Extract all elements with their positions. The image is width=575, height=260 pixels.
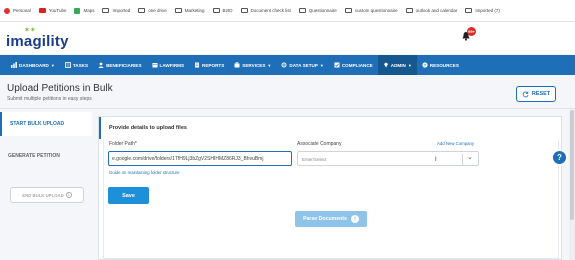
folder-icon	[102, 8, 110, 13]
bookmark-personal[interactable]: Personal	[4, 7, 31, 14]
resources-icon: ?	[422, 62, 428, 68]
chevron-down-icon: ▼	[267, 62, 272, 68]
steps-sidebar: START BULK UPLOAD GENERATE PETITION	[0, 110, 92, 260]
data-setup-icon	[281, 62, 287, 68]
bookmark-marketing[interactable]: Marketing	[174, 8, 205, 13]
step-generate-petition[interactable]: GENERATE PETITION	[0, 144, 92, 168]
folder-path-label: Folder Path*	[109, 141, 137, 147]
folder-structure-guide-link[interactable]: Guide on maintaining folder structure	[109, 170, 179, 175]
chevron-down-icon: ▼	[319, 62, 324, 68]
page-scrollbar[interactable]	[569, 110, 575, 260]
maps-icon	[74, 7, 81, 14]
add-new-company-link[interactable]: Add New Company	[437, 141, 474, 146]
beneficiaries-icon	[98, 62, 104, 68]
folder-icon	[212, 8, 220, 13]
nav-services[interactable]: SERVICES ▼	[229, 55, 276, 75]
bookmark-maps[interactable]: Maps	[74, 7, 94, 14]
folder-icon	[240, 8, 248, 13]
main-nav: DASHBOARD ▼ TASKS BENEFICIARIES LAWFIRMS …	[0, 55, 575, 75]
card-title: Provide details to upload files	[109, 125, 187, 131]
tasks-icon	[64, 62, 71, 68]
chevron-down-icon: ▼	[407, 62, 412, 68]
header-divider	[0, 108, 575, 109]
bookmark-outlook-calendar[interactable]: outlook and calendar	[405, 8, 457, 13]
compliance-icon	[334, 62, 340, 68]
upload-card: Provide details to upload files	[98, 116, 562, 260]
bookmark-document-check-list[interactable]: Document check list	[240, 8, 291, 13]
bookmark-youtube[interactable]: YouTube	[38, 8, 66, 13]
bookmark-imported-7[interactable]: Imported (7)	[465, 8, 500, 13]
admin-icon	[383, 62, 388, 68]
imagility-logo[interactable]: ✶✶ imagility	[6, 26, 76, 52]
bookmark-imported[interactable]: Imported	[102, 8, 130, 13]
youtube-icon	[38, 8, 46, 13]
nav-compliance[interactable]: COMPLIANCE	[329, 55, 378, 75]
lawfirms-icon	[152, 63, 158, 68]
folder-icon	[344, 8, 352, 13]
nav-tasks[interactable]: TASKS	[60, 55, 93, 75]
nav-data-setup[interactable]: DATA SETUP ▼	[276, 55, 328, 75]
nav-reports[interactable]: REPORTS	[189, 55, 229, 75]
bookmark-questionnaire[interactable]: Questionnaire	[298, 8, 337, 13]
nav-admin[interactable]: ADMIN ▼	[377, 55, 417, 75]
associate-company-select[interactable]: Enter/Select ⌄	[297, 151, 479, 166]
page-title: Upload Petitions in Bulk	[7, 83, 113, 94]
card-header: Provide details to upload files	[99, 117, 561, 139]
bookmarks-bar: Personal YouTube Maps Imported one drive…	[0, 0, 575, 22]
notification-badge: 99+	[467, 27, 476, 36]
info-icon: i	[65, 192, 72, 198]
reset-icon	[522, 91, 529, 97]
nav-beneficiaries[interactable]: BENEFICIARIES	[93, 55, 146, 75]
associate-company-label: Associate Company	[297, 141, 342, 147]
nav-dashboard[interactable]: DASHBOARD ▼	[6, 55, 60, 75]
scrollbar-thumb[interactable]	[570, 110, 574, 220]
text-cursor-icon: I	[435, 157, 437, 163]
favicon-icon	[4, 7, 10, 14]
folder-icon	[138, 8, 146, 13]
folder-icon	[298, 8, 306, 13]
reset-button[interactable]: RESET	[516, 86, 556, 102]
dashboard-icon	[11, 62, 17, 68]
bookmark-b2id[interactable]: B2ID	[212, 8, 233, 13]
step-start-bulk-upload[interactable]: START BULK UPLOAD	[0, 112, 92, 136]
info-icon: i	[350, 215, 359, 223]
select-separator	[462, 154, 463, 165]
chevron-down-icon[interactable]: ⌄	[467, 153, 473, 161]
associate-company-placeholder: Enter/Select	[302, 157, 327, 162]
save-button[interactable]: Save	[108, 187, 149, 204]
services-icon	[234, 62, 240, 68]
bookmark-custom-questionnaire[interactable]: custom questionnaire	[344, 8, 398, 13]
nav-resources[interactable]: ? RESOURCES	[417, 55, 464, 75]
folder-path-input[interactable]: e.google.com/drive/folders/1TfH9Lj3bZgV2…	[108, 151, 292, 166]
nav-lawfirms[interactable]: LAWFIRMS	[147, 55, 190, 75]
folder-icon	[405, 8, 413, 13]
parse-documents-button[interactable]: Parse Documents i	[295, 211, 367, 227]
reports-icon	[195, 62, 200, 68]
bookmark-one-drive[interactable]: one drive	[138, 8, 167, 13]
end-bulk-upload-button[interactable]: END BULK UPLOAD i	[10, 187, 84, 203]
folder-icon	[174, 8, 182, 13]
page-subtitle: Submit multiple petitions in easy steps	[7, 96, 92, 102]
app-header: ✶✶ imagility 99+	[0, 22, 575, 54]
folder-icon	[465, 8, 473, 13]
chevron-down-icon: ▼	[50, 62, 55, 68]
help-button[interactable]: ?	[551, 149, 568, 166]
